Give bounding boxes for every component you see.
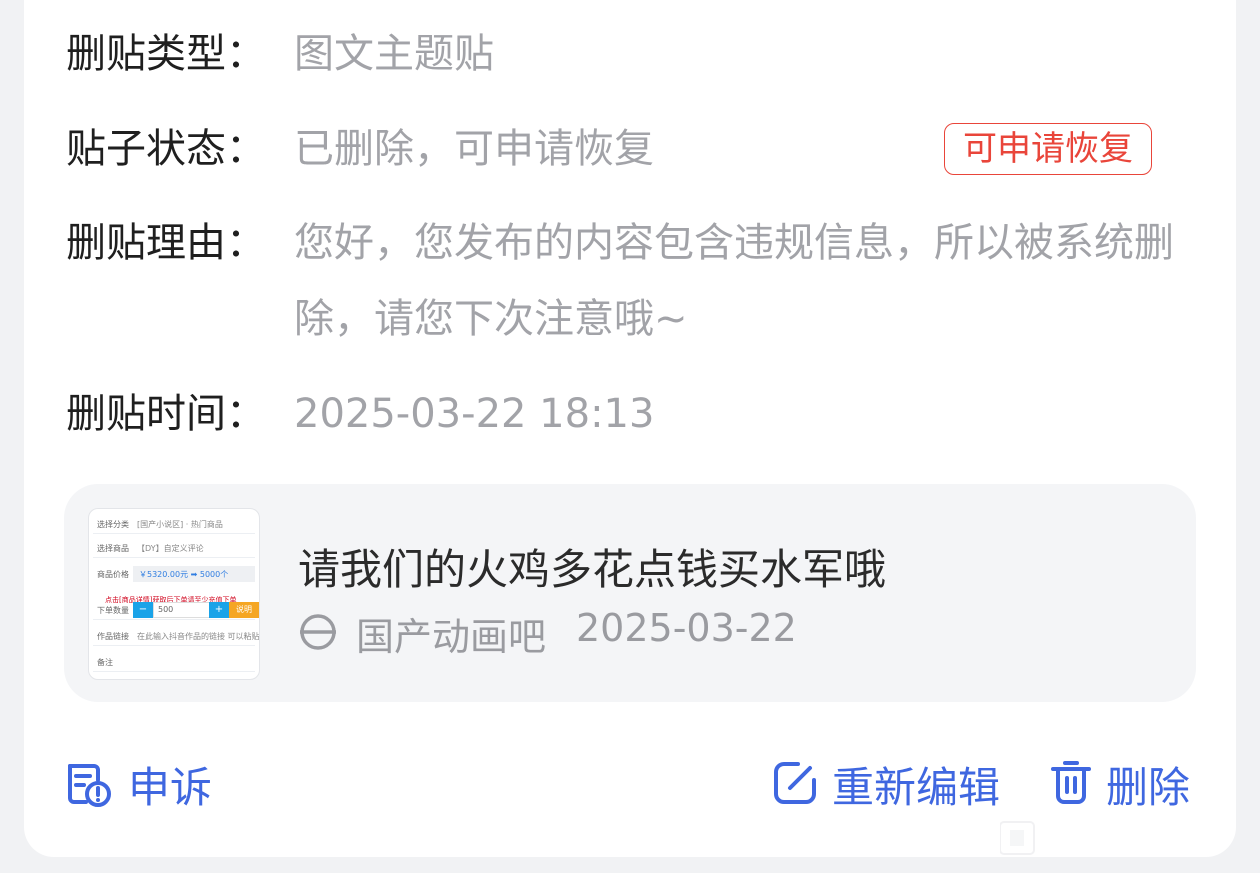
thumb-row-label: 下单数量 (97, 606, 129, 615)
appeal-label: 申诉 (128, 763, 213, 812)
post-status-value: 已删除，可申请恢复 可申请恢复 (294, 123, 1152, 175)
thumb-row-value: 【DY】自定义评论 (137, 544, 204, 553)
delete-type-label: 删贴类型： (66, 31, 266, 77)
post-status-label: 贴子状态： (66, 126, 266, 172)
forum-icon (300, 614, 336, 650)
thumb-row: 下单数量 − 500 + 说明 (93, 601, 259, 620)
post-status-text: 已删除，可申请恢复 (294, 126, 654, 172)
thumb-row-label: 商品价格 (97, 570, 129, 579)
recoverable-badge: 可申请恢复 (944, 123, 1152, 175)
thumb-row-label: 备注 (97, 658, 113, 667)
thumb-row: 选择商品 【DY】自定义评论 (93, 539, 255, 558)
delete-type-value: 图文主题贴 (294, 31, 494, 77)
thumb-row: 作品链接 在此输入抖音作品的链接 可以粘贴哦 (93, 627, 259, 646)
thumb-quantity-stepper: − 500 + 说明 (133, 602, 259, 618)
edit-icon (774, 762, 816, 804)
thumb-row-value: 在此输入抖音作品的链接 可以粘贴哦 (137, 632, 260, 641)
re-edit-button[interactable]: 重新编辑 (772, 752, 1022, 812)
delete-time-value: 2025-03-22 18:13 (294, 391, 655, 437)
thumb-minus: − (133, 602, 153, 618)
thumb-row-label: 作品链接 (97, 632, 129, 641)
thumb-price-highlight: ￥5320.00元 ➡ 5000个 (133, 566, 255, 582)
post-title[interactable]: 请我们的火鸡多花点钱买水军哦 (298, 536, 886, 597)
thumb-price-value: ￥5320.00元 ➡ 5000个 (139, 570, 229, 579)
post-preview-card[interactable]: 选择分类 [国产小说区] · 热门商品 选择商品 【DY】自定义评论 商品价格 … (64, 484, 1196, 702)
thumb-row-label: 选择商品 (97, 544, 129, 553)
thumb-row-value: [国产小说区] · 热门商品 (137, 520, 223, 529)
thumb-quantity: 500 (153, 602, 215, 618)
post-date: 2025-03-22 (576, 606, 797, 650)
delete-label: 删除 (1106, 763, 1191, 812)
watermark-logo (1000, 821, 1035, 855)
delete-button[interactable]: 删除 (1050, 752, 1200, 812)
post-thumbnail: 选择分类 [国产小说区] · 热门商品 选择商品 【DY】自定义评论 商品价格 … (88, 508, 260, 680)
trash-icon (1051, 761, 1091, 804)
appeal-icon (68, 764, 111, 807)
thumb-row: 选择分类 [国产小说区] · 热门商品 (93, 515, 255, 534)
appeal-button[interactable]: 申诉 (64, 752, 224, 812)
thumb-row-label: 选择分类 (97, 520, 129, 529)
delete-reason-value: 您好，您发布的内容包含违规信息，所以被系统删除，请您下次注意哦~ (294, 220, 1174, 342)
thumb-row: 备注 (93, 653, 255, 672)
thumb-confirm: 说明 (229, 602, 259, 618)
thumb-row: 商品价格 ￥5320.00元 ➡ 5000个 (93, 565, 255, 583)
forum-name[interactable]: 国产动画吧 (356, 606, 546, 661)
action-bar: 申诉 重新编辑 删除 (0, 752, 1260, 812)
thumb-plus: + (209, 602, 229, 618)
delete-time-label: 删贴时间： (66, 391, 266, 437)
delete-reason-label: 删贴理由： (66, 220, 266, 266)
re-edit-label: 重新编辑 (832, 763, 1001, 812)
